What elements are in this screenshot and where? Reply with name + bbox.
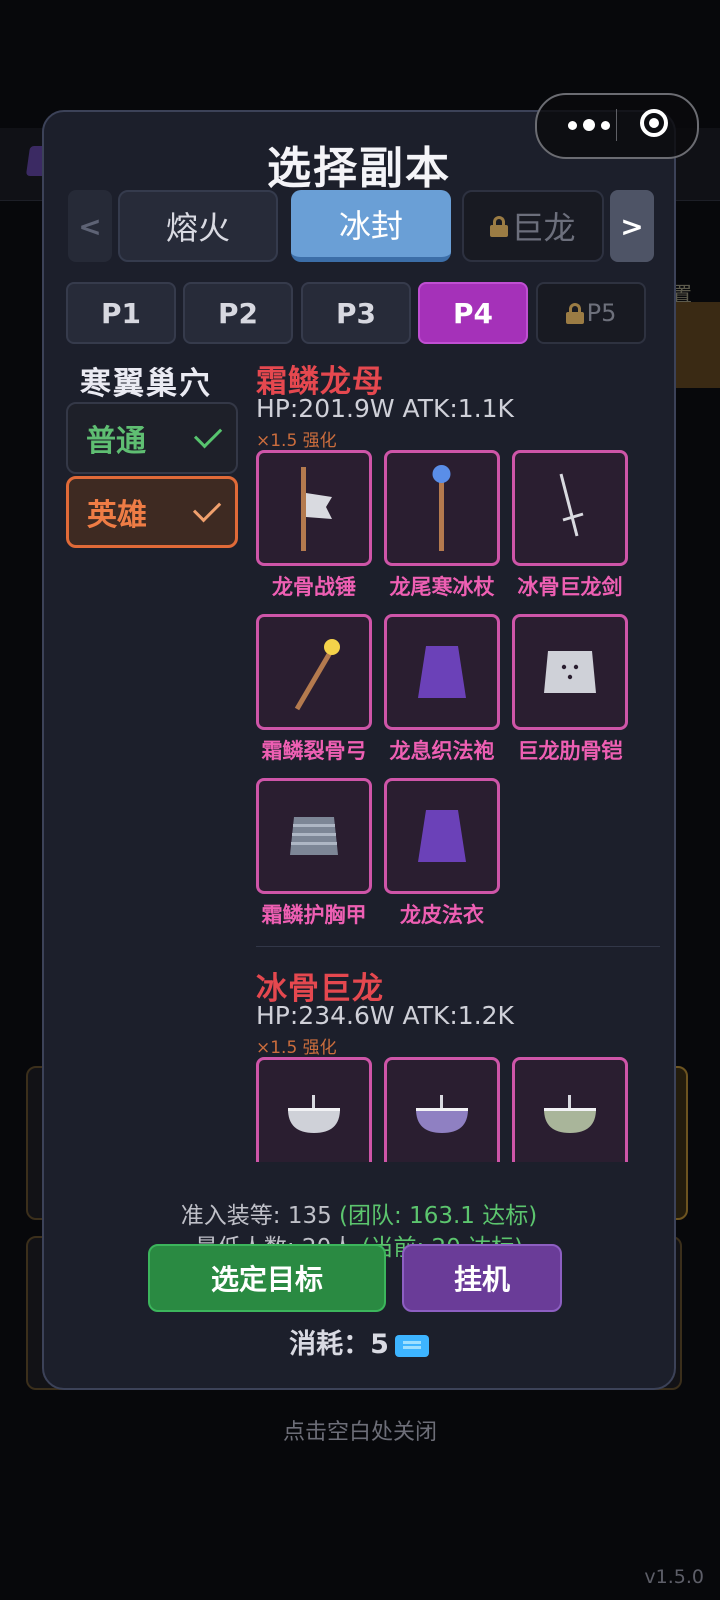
check-icon — [192, 493, 222, 522]
tab-label: 熔火 — [165, 209, 230, 247]
tab-phase-2[interactable]: P2 — [183, 282, 293, 344]
loot-item[interactable] — [384, 1057, 500, 1162]
boss-multiplier: ×1.5 强化 — [256, 1038, 337, 1058]
loot-item-label: 龙皮法衣 — [400, 903, 484, 927]
loot-item-label: 巨龙肋骨铠 — [517, 739, 623, 763]
version-label: v1.5.0 — [644, 1566, 704, 1588]
phase-label: P3 — [335, 296, 376, 330]
difficulty-label: 普通 — [86, 424, 146, 459]
tab-dungeon-frozen[interactable]: 冰封 — [291, 190, 451, 262]
sword-icon — [559, 473, 584, 537]
loot-item[interactable]: 霜鳞护胸甲 — [256, 778, 372, 936]
tab-phase-3[interactable]: P3 — [301, 282, 411, 344]
loot-item[interactable]: 龙皮法衣 — [384, 778, 500, 936]
tab-phase-5[interactable]: P5 — [536, 282, 646, 344]
loot-item-label: 霜鳞护胸甲 — [261, 903, 367, 927]
boss-section: 霜鳞龙母 HP:201.9W ATK:1.1K ×1.5 强化 龙骨战锤 龙尾寒… — [256, 356, 660, 936]
gear-requirement: 准入装等: 135 (团队: 163.1 达标) — [44, 1196, 674, 1230]
tab-phase-4[interactable]: P4 — [418, 282, 528, 344]
loot-item-label: 龙骨战锤 — [272, 575, 356, 599]
helmet-icon — [288, 1095, 340, 1133]
helmet-icon — [544, 1095, 596, 1133]
difficulty-label: 英雄 — [87, 498, 147, 533]
tab-phase-1[interactable]: P1 — [66, 282, 176, 344]
ice-staff-icon — [432, 465, 451, 551]
check-icon — [193, 419, 223, 448]
cost-label: 消耗：5 — [289, 1329, 389, 1360]
next-dungeon-button[interactable]: > — [610, 190, 654, 262]
gear-requirement-status: (团队: 163.1 达标) — [339, 1203, 538, 1229]
plate-armor-icon — [544, 651, 596, 693]
capsule-divider — [616, 109, 617, 141]
loot-item[interactable]: 巨龙肋骨铠 — [512, 614, 628, 772]
loot-item-label: 霜鳞裂骨弓 — [261, 739, 367, 763]
prev-dungeon-button[interactable]: < — [68, 190, 112, 262]
loot-item[interactable]: 龙骨战锤 — [256, 450, 372, 608]
boss-name: 霜鳞龙母 — [256, 364, 384, 400]
close-miniprogram-icon[interactable] — [640, 109, 668, 137]
dungeon-select-dialog: 选择副本 < 熔火 冰封 巨龙 > P1 P2 P3 P4 P5 寒翼巢穴 普通… — [42, 110, 676, 1390]
boss-name: 冰骨巨龙 — [256, 971, 384, 1007]
helmet-icon — [416, 1095, 468, 1133]
boss-divider — [256, 946, 660, 947]
cost-display: 消耗：5 — [44, 1322, 674, 1361]
idle-button[interactable]: 挂机 — [402, 1244, 562, 1312]
difficulty-normal-button[interactable]: 普通 — [66, 402, 238, 474]
dungeon-name: 寒翼巢穴 — [80, 366, 212, 402]
loot-item[interactable]: 霜鳞裂骨弓 — [256, 614, 372, 772]
boss-stats: HP:201.9W ATK:1.1K — [256, 394, 514, 423]
lock-icon — [565, 303, 584, 324]
cloth-robe-icon — [418, 810, 466, 862]
hammer-icon — [301, 467, 332, 551]
boss-loot-list[interactable]: 霜鳞龙母 HP:201.9W ATK:1.1K ×1.5 强化 龙骨战锤 龙尾寒… — [256, 356, 660, 1162]
boss-multiplier: ×1.5 强化 — [256, 431, 337, 451]
tab-label: 冰封 — [338, 206, 403, 245]
close-hint: 点击空白处关闭 — [282, 1420, 437, 1445]
select-target-button[interactable]: 选定目标 — [148, 1244, 386, 1312]
chest-armor-icon — [290, 817, 338, 855]
tab-dungeon-molten[interactable]: 熔火 — [118, 190, 278, 262]
phase-label: P2 — [217, 296, 258, 330]
robe-icon — [418, 646, 466, 698]
gear-requirement-label: 准入装等: 135 — [180, 1203, 332, 1229]
phase-label: P5 — [586, 299, 617, 327]
phase-label: P1 — [100, 296, 141, 330]
loot-item[interactable] — [256, 1057, 372, 1162]
loot-item-label: 冰骨巨龙剑 — [517, 575, 623, 599]
miniprogram-capsule — [535, 93, 699, 159]
bow-icon — [294, 639, 340, 711]
loot-item-label: 龙息织法袍 — [389, 739, 495, 763]
boss-section: 冰骨巨龙 HP:234.6W ATK:1.2K ×1.5 强化 — [256, 963, 660, 1162]
tab-dungeon-dragon[interactable]: 巨龙 — [462, 190, 604, 262]
lock-icon — [490, 216, 509, 237]
loot-item[interactable]: 龙息织法袍 — [384, 614, 500, 772]
difficulty-heroic-button[interactable]: 英雄 — [66, 476, 238, 548]
background-side-panel — [672, 302, 720, 388]
tab-label: 巨龙 — [511, 209, 576, 247]
loot-item[interactable] — [512, 1057, 628, 1162]
ticket-icon — [394, 1334, 429, 1357]
phase-label: P4 — [452, 296, 493, 330]
more-icon[interactable] — [559, 112, 619, 138]
boss-stats: HP:234.6W ATK:1.2K — [256, 1001, 514, 1030]
loot-item[interactable]: 冰骨巨龙剑 — [512, 450, 628, 608]
loot-item[interactable]: 龙尾寒冰杖 — [384, 450, 500, 608]
loot-item-label: 龙尾寒冰杖 — [389, 575, 495, 599]
